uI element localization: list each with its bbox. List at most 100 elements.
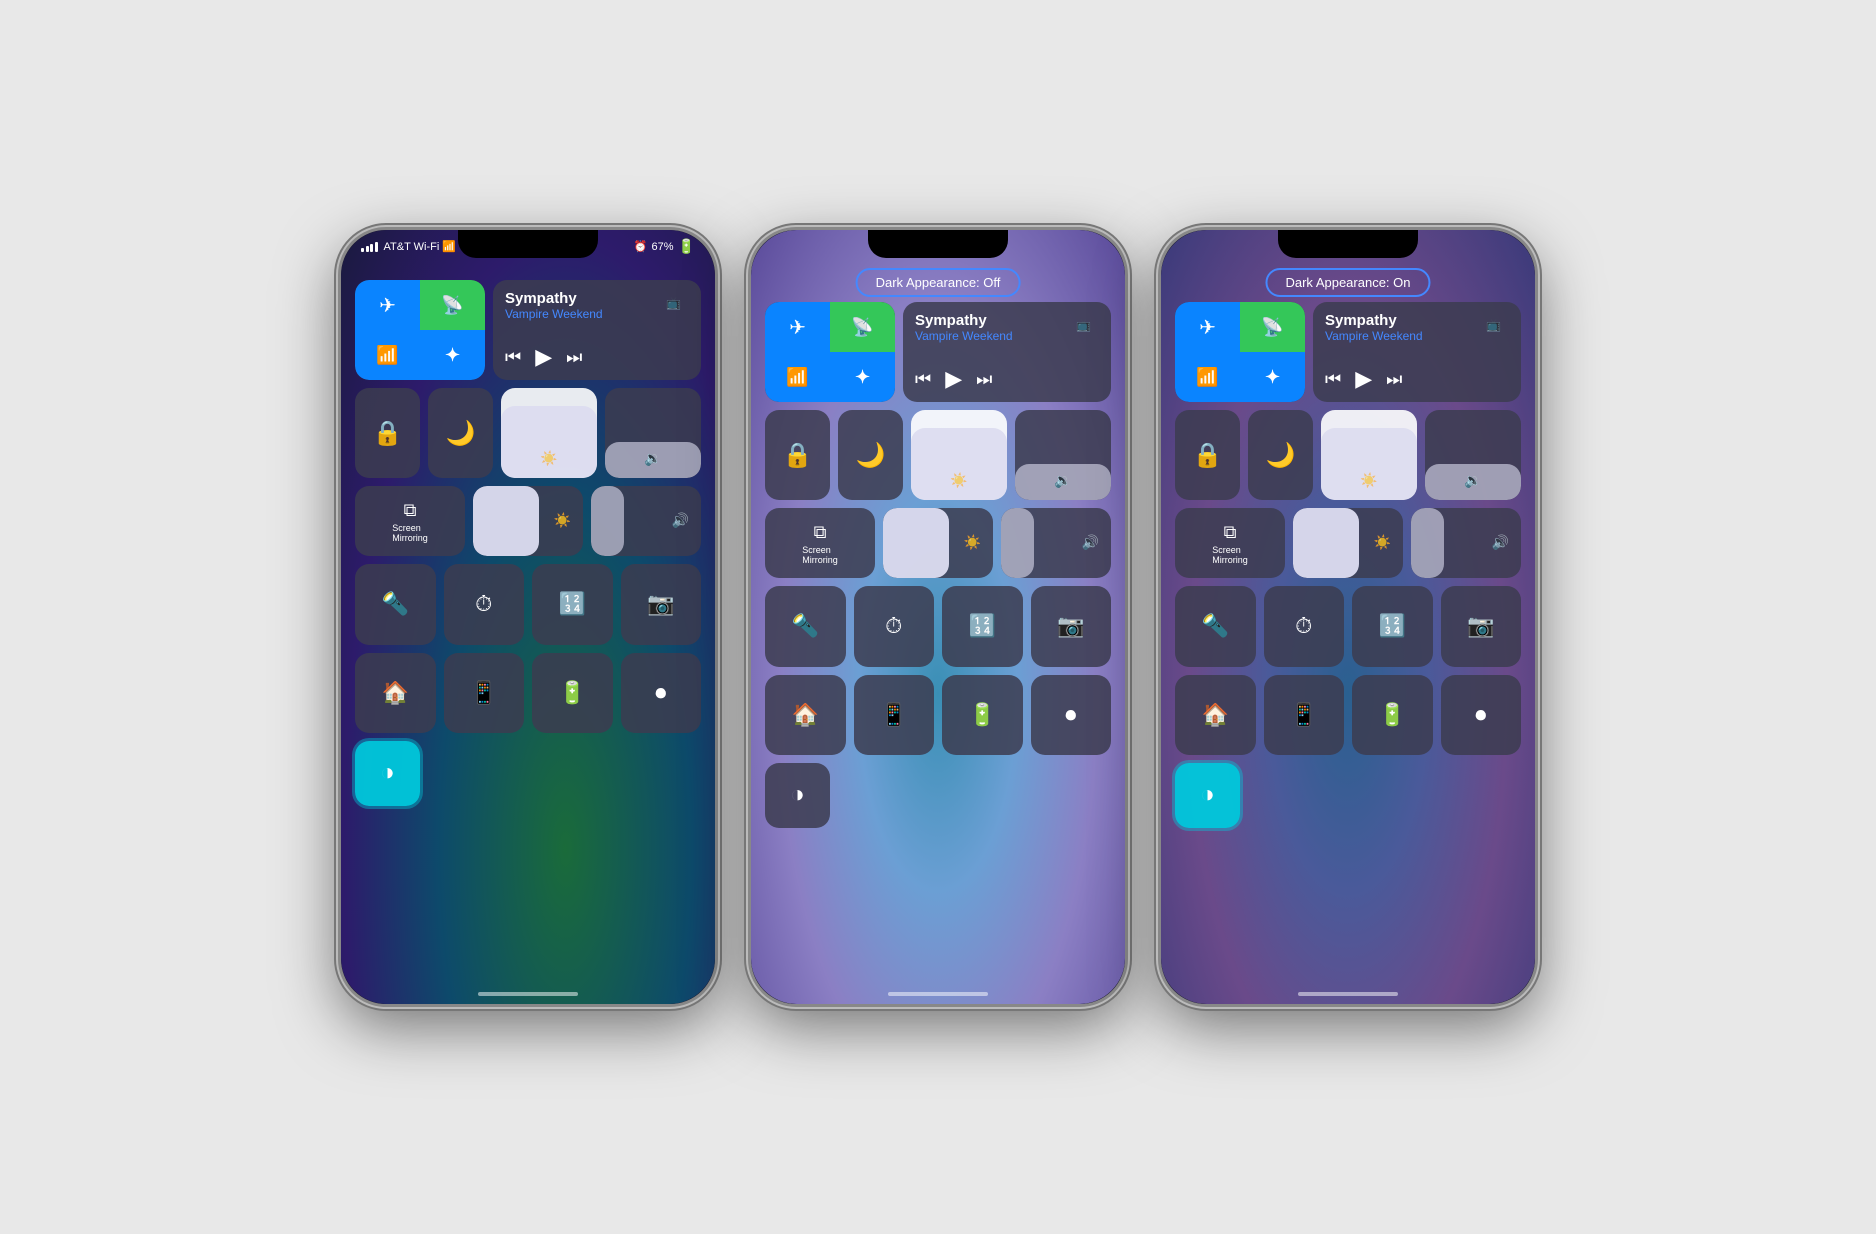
appearance-btn-3[interactable]: ◑ — [1175, 763, 1240, 828]
home-icon-2: 🏠 — [792, 702, 819, 728]
camera-btn-1[interactable]: 📷 — [621, 564, 702, 645]
control-center-2: ✈ 📡 📶 ✦ Sympathy — [765, 302, 1111, 974]
volume-slider-1[interactable]: 🔉 — [605, 388, 701, 478]
appearance-btn-1[interactable]: ◑ — [355, 741, 420, 806]
appearance-icon-3: ◑ — [1200, 782, 1215, 809]
timer-icon-3: ⏱ — [1295, 613, 1312, 639]
do-not-disturb-btn-2[interactable]: 🌙 — [838, 410, 903, 500]
volume-h-slider-2[interactable]: 🔊 — [1001, 508, 1111, 578]
wifi-btn-2[interactable]: 📶 — [765, 352, 830, 402]
record-btn-1[interactable]: ⏺ — [621, 653, 702, 734]
airplane-btn-1[interactable]: ✈ — [355, 280, 420, 330]
brightness-slider-1[interactable]: ☀️ — [501, 388, 597, 478]
home-btn-3[interactable]: 🏠 — [1175, 675, 1256, 756]
alarm-icon: ⏰ — [634, 240, 648, 253]
row-6-2: ◑ — [765, 763, 1111, 828]
remote-btn-1[interactable]: 📱 — [444, 653, 525, 734]
phone-2: Dark Appearance: Off ✈ 📡 📶 — [748, 227, 1128, 1007]
volume-h-icon-1: 🔊 — [672, 513, 689, 530]
screen-mirror-btn-2[interactable]: ⧉ ScreenMirroring — [765, 508, 875, 578]
np-title-3: Sympathy — [1325, 312, 1509, 329]
remote-icon-3: 📱 — [1290, 702, 1317, 728]
do-not-disturb-btn-3[interactable]: 🌙 — [1248, 410, 1313, 500]
lowpower-btn-1[interactable]: 🔋 — [532, 653, 613, 734]
volume-slider-2[interactable]: 🔉 — [1015, 410, 1111, 500]
fwd-btn-2[interactable]: ⏭ — [976, 369, 992, 390]
flashlight-btn-3[interactable]: 🔦 — [1175, 586, 1256, 667]
brightness-h-slider-2[interactable]: ☀️ — [883, 508, 993, 578]
play-btn-1[interactable]: ▶ — [535, 344, 552, 370]
screen-mirror-btn-3[interactable]: ⧉ ScreenMirroring — [1175, 508, 1285, 578]
rotation-lock-btn-3[interactable]: 🔒 — [1175, 410, 1240, 500]
now-playing-2: Sympathy Vampire Weekend 📺 ⏮ ▶ ⏭ — [903, 302, 1111, 402]
calculator-btn-2[interactable]: 🔢 — [942, 586, 1023, 667]
cellular-btn-3[interactable]: 📡 — [1240, 302, 1305, 352]
calculator-btn-1[interactable]: 🔢 — [532, 564, 613, 645]
rew-btn-3[interactable]: ⏮ — [1325, 369, 1341, 390]
brightness-slider-3[interactable]: ☀️ — [1321, 410, 1417, 500]
screen-mirror-label-1: ScreenMirroring — [392, 523, 428, 543]
np-title-1: Sympathy — [505, 290, 689, 307]
remote-btn-3[interactable]: 📱 — [1264, 675, 1345, 756]
airplay-icon-2[interactable]: 📺 — [1076, 318, 1091, 333]
calculator-icon-3: 🔢 — [1379, 613, 1406, 639]
play-btn-2[interactable]: ▶ — [945, 366, 962, 392]
control-center-3: ✈ 📡 📶 ✦ Sympathy — [1175, 302, 1521, 974]
airplay-icon-3[interactable]: 📺 — [1486, 318, 1501, 333]
play-btn-3[interactable]: ▶ — [1355, 366, 1372, 392]
fwd-btn-3[interactable]: ⏭ — [1386, 369, 1402, 390]
brightness-h-slider-3[interactable]: ☀️ — [1293, 508, 1403, 578]
airplane-btn-3[interactable]: ✈ — [1175, 302, 1240, 352]
camera-btn-2[interactable]: 📷 — [1031, 586, 1112, 667]
calculator-btn-3[interactable]: 🔢 — [1352, 586, 1433, 667]
flashlight-btn-1[interactable]: 🔦 — [355, 564, 436, 645]
dark-banner-text-2: Dark Appearance: Off — [876, 275, 1001, 290]
appearance-btn-2[interactable]: ◑ — [765, 763, 830, 828]
np-controls-3: ⏮ ▶ ⏭ — [1325, 366, 1509, 392]
wifi-icon-status: 📶 — [442, 240, 456, 253]
home-btn-1[interactable]: 🏠 — [355, 653, 436, 734]
remote-btn-2[interactable]: 📱 — [854, 675, 935, 756]
screen-mirror-icon-1: ⧉ — [404, 500, 417, 521]
bluetooth-btn-1[interactable]: ✦ — [420, 330, 485, 380]
airplay-icon-1[interactable]: 📺 — [666, 296, 681, 311]
bluetooth-btn-3[interactable]: ✦ — [1240, 352, 1305, 402]
rotation-lock-btn-1[interactable]: 🔒 — [355, 388, 420, 478]
lowpower-btn-3[interactable]: 🔋 — [1352, 675, 1433, 756]
volume-h-slider-1[interactable]: 🔊 — [591, 486, 701, 556]
screen-mirror-btn-1[interactable]: ⧉ ScreenMirroring — [355, 486, 465, 556]
bluetooth-btn-2[interactable]: ✦ — [830, 352, 895, 402]
camera-btn-3[interactable]: 📷 — [1441, 586, 1522, 667]
home-btn-2[interactable]: 🏠 — [765, 675, 846, 756]
lowpower-btn-2[interactable]: 🔋 — [942, 675, 1023, 756]
timer-btn-2[interactable]: ⏱ — [854, 586, 935, 667]
brightness-slider-2[interactable]: ☀️ — [911, 410, 1007, 500]
volume-h-slider-3[interactable]: 🔊 — [1411, 508, 1521, 578]
flashlight-icon-2: 🔦 — [792, 613, 819, 639]
screen-mirror-label-3: ScreenMirroring — [1212, 545, 1248, 565]
cellular-btn-2[interactable]: 📡 — [830, 302, 895, 352]
record-btn-2[interactable]: ⏺ — [1031, 675, 1112, 756]
rotation-lock-btn-2[interactable]: 🔒 — [765, 410, 830, 500]
wifi-btn-1[interactable]: 📶 — [355, 330, 420, 380]
fwd-btn-1[interactable]: ⏭ — [566, 347, 582, 368]
wifi-btn-3[interactable]: 📶 — [1175, 352, 1240, 402]
timer-btn-1[interactable]: ⏱ — [444, 564, 525, 645]
brightness-h-slider-1[interactable]: ☀️ — [473, 486, 583, 556]
phones-container: AT&T Wi-Fi 📶 ⏰ 67% 🔋 ✈ — [298, 187, 1578, 1047]
airplane-btn-2[interactable]: ✈ — [765, 302, 830, 352]
control-center-1: ✈ 📡 📶 ✦ Sympathy — [355, 280, 701, 974]
flashlight-btn-2[interactable]: 🔦 — [765, 586, 846, 667]
flashlight-icon-3: 🔦 — [1202, 613, 1229, 639]
airplane-icon-1: ✈ — [379, 293, 396, 318]
volume-slider-3[interactable]: 🔉 — [1425, 410, 1521, 500]
rew-btn-1[interactable]: ⏮ — [505, 347, 521, 368]
screen-2: Dark Appearance: Off ✈ 📡 📶 — [751, 230, 1125, 1004]
record-btn-3[interactable]: ⏺ — [1441, 675, 1522, 756]
cellular-btn-1[interactable]: 📡 — [420, 280, 485, 330]
timer-btn-3[interactable]: ⏱ — [1264, 586, 1345, 667]
now-playing-1: Sympathy Vampire Weekend 📺 ⏮ ▶ ⏭ — [493, 280, 701, 380]
rew-btn-2[interactable]: ⏮ — [915, 369, 931, 390]
do-not-disturb-btn-1[interactable]: 🌙 — [428, 388, 493, 478]
connectivity-widget-1: ✈ 📡 📶 ✦ — [355, 280, 485, 380]
